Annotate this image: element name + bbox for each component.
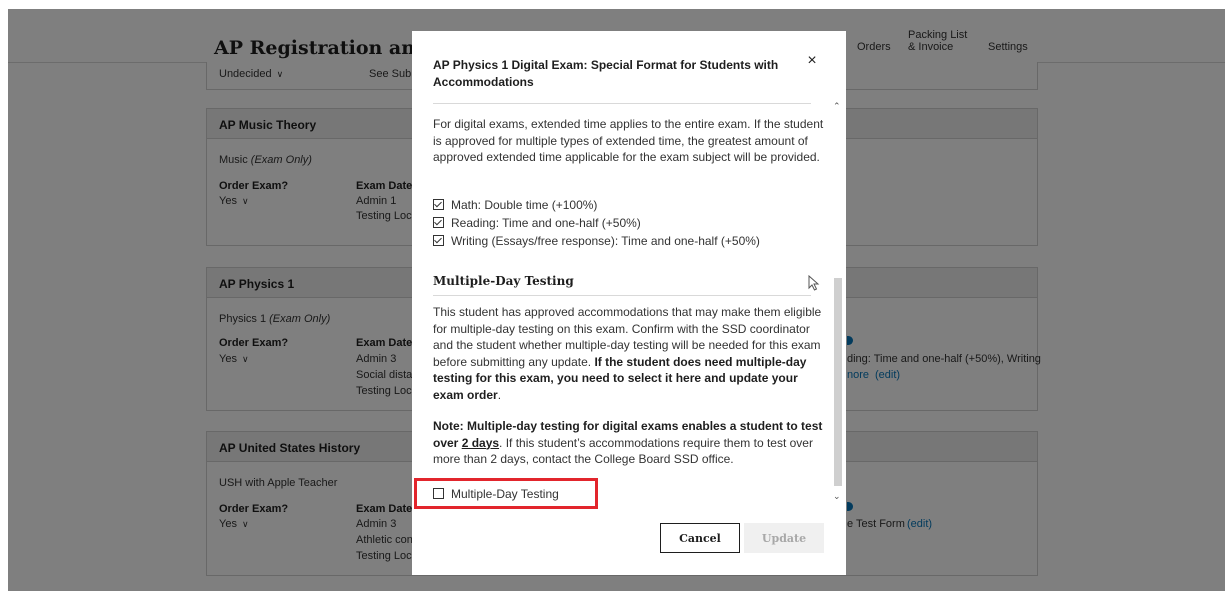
checked-box-icon [433,199,444,210]
dialog-scrollbar[interactable]: ⌃ ⌄ [832,101,844,504]
checked-box-icon [433,235,444,246]
mouse-pointer-icon [808,275,820,291]
update-button: Update [744,523,824,553]
cancel-button[interactable]: Cancel [660,523,740,553]
left-gutter [0,0,8,591]
accommodations-dialog: AP Physics 1 Digital Exam: Special Forma… [412,31,846,575]
extended-time-intro: For digital exams, extended time applies… [433,117,824,164]
scroll-up-icon[interactable]: ⌃ [833,101,841,112]
multiple-day-note: Note: Multiple-day testing for digital e… [433,419,823,466]
time-item-math: Math: Double time (+100%) [433,198,597,212]
checked-box-icon [433,217,444,228]
multiple-day-heading: Multiple-Day Testing [433,274,574,288]
scrollbar-thumb[interactable] [834,278,842,486]
close-icon[interactable]: × [802,51,822,71]
dialog-title: AP Physics 1 Digital Exam: Special Forma… [433,58,779,89]
time-item-writing: Writing (Essays/free response): Time and… [433,234,760,248]
time-item-reading: Reading: Time and one-half (+50%) [433,216,641,230]
section-divider [433,295,811,296]
scroll-down-icon[interactable]: ⌄ [833,491,841,502]
multiple-day-description: This student has approved accommodations… [433,305,822,402]
dialog-divider [433,103,811,104]
highlight-box [414,478,598,509]
page: AP Registration and Ord Orders Packing L… [0,0,1225,591]
